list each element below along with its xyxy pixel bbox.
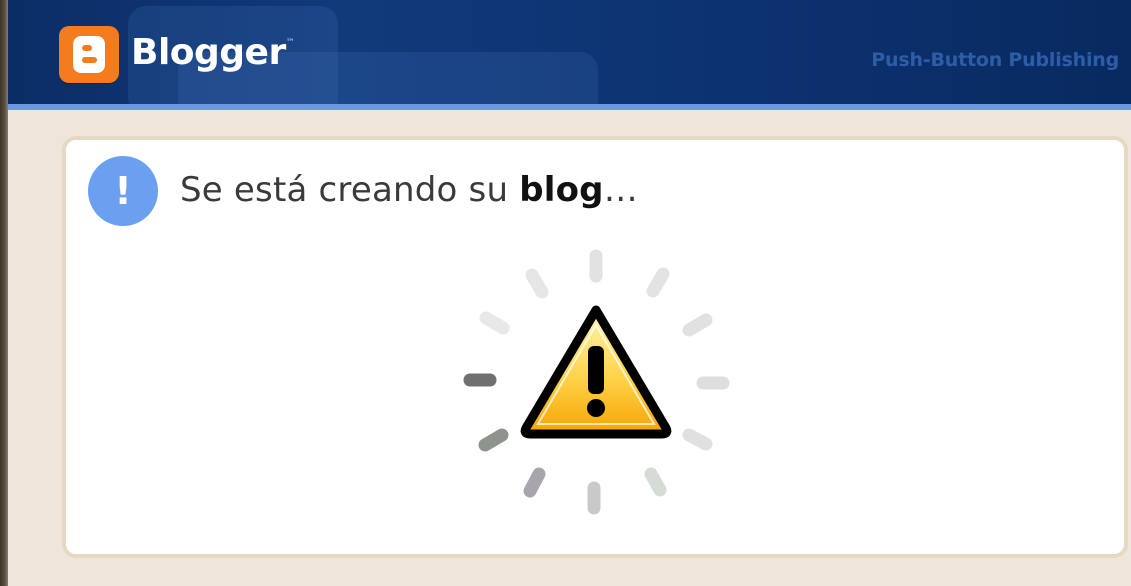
brand-text: Blogger bbox=[131, 32, 286, 73]
spinner-segment bbox=[478, 428, 509, 452]
spinner-segment bbox=[523, 467, 546, 498]
spinner-segment bbox=[479, 311, 510, 335]
message-bold: blog bbox=[519, 170, 604, 210]
message-prefix: Se está creando su bbox=[180, 170, 520, 210]
spinner-segment bbox=[682, 313, 713, 337]
info-icon: ! bbox=[88, 156, 158, 226]
blogger-logo-icon[interactable] bbox=[59, 26, 119, 83]
brand-name[interactable]: Blogger™ bbox=[131, 32, 295, 73]
tagline: Push-Button Publishing bbox=[871, 49, 1119, 71]
loading-spinner-icon bbox=[463, 249, 730, 515]
message-suffix: … bbox=[603, 170, 638, 210]
header-divider bbox=[8, 104, 1131, 110]
status-message: Se está creando su blog… bbox=[180, 170, 638, 210]
trademark-mark: ™ bbox=[285, 38, 295, 48]
spinner-segment bbox=[682, 428, 713, 451]
blogger-window: Push-Button Publishing Blogger™ ! Se est… bbox=[0, 0, 1131, 586]
spinner-segment bbox=[525, 268, 549, 299]
window-left-border bbox=[0, 0, 8, 586]
warning-triangle-icon bbox=[520, 305, 672, 439]
spinner-segment bbox=[644, 467, 667, 497]
spinner-segment bbox=[646, 267, 670, 298]
